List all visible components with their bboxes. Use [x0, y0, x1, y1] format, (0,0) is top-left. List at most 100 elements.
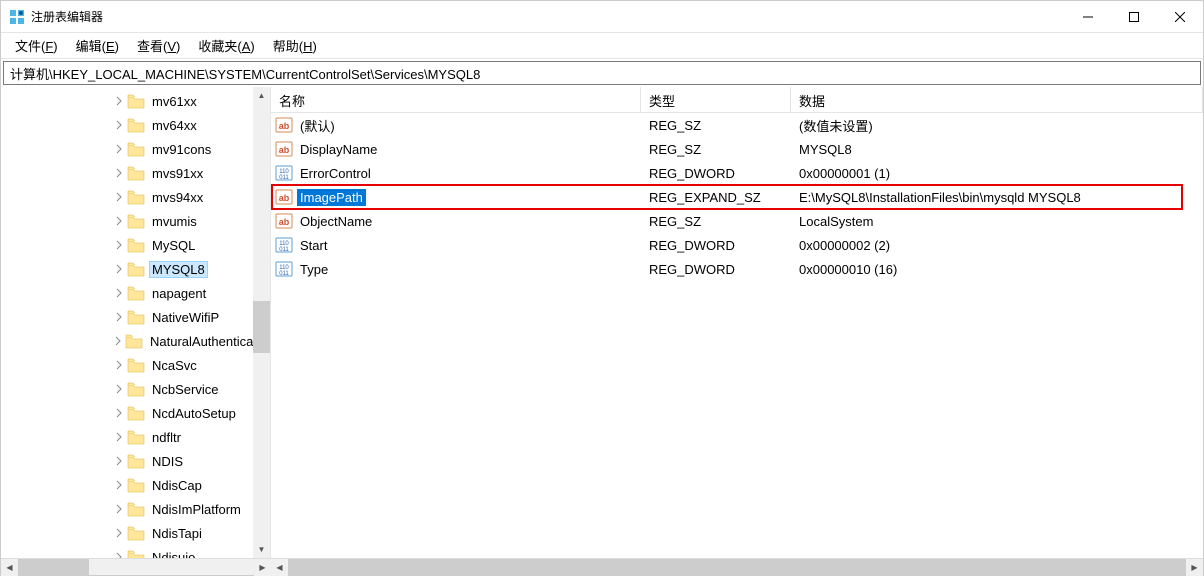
menu-item-a[interactable]: 收藏夹(A) [190, 34, 262, 57]
tree-item[interactable]: mvs91xx [1, 161, 270, 185]
tree-item[interactable]: MySQL [1, 233, 270, 257]
expander-icon[interactable] [113, 503, 125, 515]
scroll-track[interactable] [288, 559, 1186, 575]
scroll-track[interactable] [18, 559, 254, 575]
tree-item[interactable]: NDIS [1, 449, 270, 473]
tree-item[interactable]: mvs94xx [1, 185, 270, 209]
expander-icon[interactable] [113, 287, 125, 299]
scroll-left-icon[interactable]: ◀ [271, 559, 288, 576]
tree-item[interactable]: NcbService [1, 377, 270, 401]
tree-item-label: Ndisuio [149, 549, 198, 559]
value-data: 0x00000002 (2) [791, 238, 1203, 253]
folder-icon [127, 550, 145, 559]
scroll-right-icon[interactable]: ▶ [1186, 559, 1203, 576]
value-type: REG_SZ [641, 142, 791, 157]
tree-item[interactable]: ndfltr [1, 425, 270, 449]
tree-item[interactable]: NcaSvc [1, 353, 270, 377]
expander-icon[interactable] [113, 479, 125, 491]
scroll-up-icon[interactable]: ▲ [253, 87, 270, 104]
expander-icon[interactable] [113, 167, 125, 179]
tree-item[interactable]: mv64xx [1, 113, 270, 137]
folder-icon [127, 94, 145, 109]
svg-text:011: 011 [279, 175, 289, 181]
registry-value-row[interactable]: 110011ErrorControlREG_DWORD0x00000001 (1… [271, 161, 1203, 185]
tree-item[interactable]: Ndisuio [1, 545, 270, 558]
address-path: 计算机\HKEY_LOCAL_MACHINE\SYSTEM\CurrentCon… [10, 64, 480, 83]
scroll-right-icon[interactable]: ▶ [254, 559, 271, 576]
tree-item[interactable]: NdisCap [1, 473, 270, 497]
tree-item[interactable]: NdisTapi [1, 521, 270, 545]
expander-icon[interactable] [113, 527, 125, 539]
svg-text:ab: ab [279, 145, 290, 155]
minimize-button[interactable] [1065, 1, 1111, 32]
tree-item[interactable]: mv61xx [1, 89, 270, 113]
scroll-thumb[interactable] [253, 301, 270, 353]
list-header: 名称 类型 数据 [271, 87, 1203, 113]
value-name: Start [297, 237, 330, 254]
expander-icon[interactable] [113, 383, 125, 395]
window-title: 注册表编辑器 [31, 8, 1065, 25]
expander-icon[interactable] [113, 335, 123, 347]
maximize-button[interactable] [1111, 1, 1157, 32]
expander-icon[interactable] [113, 191, 125, 203]
value-name: ImagePath [297, 189, 366, 206]
registry-value-row[interactable]: 110011TypeREG_DWORD0x00000010 (16) [271, 257, 1203, 281]
menu-item-v[interactable]: 查看(V) [129, 34, 188, 57]
value-type: REG_SZ [641, 118, 791, 133]
tree-item-label: NdisCap [149, 477, 205, 494]
expander-icon[interactable] [113, 431, 125, 443]
tree-item[interactable]: NaturalAuthentication [1, 329, 270, 353]
expander-icon[interactable] [113, 311, 125, 323]
tree-item-label: NcaSvc [149, 357, 200, 374]
tree-horizontal-scrollbar[interactable]: ◀ ▶ [1, 558, 271, 575]
menu-item-e[interactable]: 编辑(E) [68, 34, 127, 57]
expander-icon[interactable] [113, 95, 125, 107]
column-header-name[interactable]: 名称 [271, 87, 641, 112]
content-area: mv61xx mv64xxmv91consmvs91xxmvs94xx mvumis… [1, 87, 1203, 558]
scroll-track[interactable] [253, 104, 270, 541]
expander-icon[interactable] [113, 359, 125, 371]
expander-icon[interactable] [113, 119, 125, 131]
tree-item[interactable]: mv91cons [1, 137, 270, 161]
string-value-icon: ab [275, 188, 293, 206]
scroll-left-icon[interactable]: ◀ [1, 559, 18, 576]
column-header-type[interactable]: 类型 [641, 87, 791, 112]
folder-icon [127, 502, 145, 517]
scroll-thumb[interactable] [18, 559, 89, 575]
expander-icon[interactable] [113, 551, 125, 558]
tree-item[interactable]: NcdAutoSetup [1, 401, 270, 425]
folder-icon [127, 118, 145, 133]
registry-value-row[interactable]: abImagePathREG_EXPAND_SZE:\MySQL8\Instal… [271, 185, 1203, 209]
scroll-thumb[interactable] [288, 559, 1186, 575]
value-data: E:\MySQL8\InstallationFiles\bin\mysqld M… [791, 190, 1203, 205]
tree-item-label: mv61xx [149, 93, 200, 110]
expander-icon[interactable] [113, 239, 125, 251]
tree-item[interactable]: napagent [1, 281, 270, 305]
tree-item[interactable]: mvumis [1, 209, 270, 233]
binary-value-icon: 110011 [275, 164, 293, 182]
column-header-data[interactable]: 数据 [791, 87, 1203, 112]
registry-value-row[interactable]: ab(默认)REG_SZ(数值未设置) [271, 113, 1203, 137]
registry-value-row[interactable]: abObjectNameREG_SZLocalSystem [271, 209, 1203, 233]
tree-item-label: MYSQL8 [149, 261, 208, 278]
tree-vertical-scrollbar[interactable]: ▲ ▼ [253, 87, 270, 558]
expander-icon[interactable] [113, 455, 125, 467]
tree-item-label: mvumis [149, 213, 200, 230]
close-button[interactable] [1157, 1, 1203, 32]
value-data: 0x00000001 (1) [791, 166, 1203, 181]
tree-item[interactable]: NdisImPlatform [1, 497, 270, 521]
expander-icon[interactable] [113, 143, 125, 155]
list-horizontal-scrollbar[interactable]: ◀ ▶ [271, 558, 1203, 575]
menu-item-h[interactable]: 帮助(H) [265, 34, 325, 57]
address-bar[interactable]: 计算机\HKEY_LOCAL_MACHINE\SYSTEM\CurrentCon… [3, 61, 1201, 85]
scroll-down-icon[interactable]: ▼ [253, 541, 270, 558]
expander-icon[interactable] [113, 263, 125, 275]
tree-item[interactable]: NativeWifiP [1, 305, 270, 329]
registry-value-row[interactable]: 110011StartREG_DWORD0x00000002 (2) [271, 233, 1203, 257]
expander-icon[interactable] [113, 407, 125, 419]
expander-icon[interactable] [113, 215, 125, 227]
tree-item[interactable]: MYSQL8 [1, 257, 270, 281]
string-value-icon: ab [275, 116, 293, 134]
menu-item-f[interactable]: 文件(F) [7, 34, 66, 57]
registry-value-row[interactable]: abDisplayNameREG_SZMYSQL8 [271, 137, 1203, 161]
